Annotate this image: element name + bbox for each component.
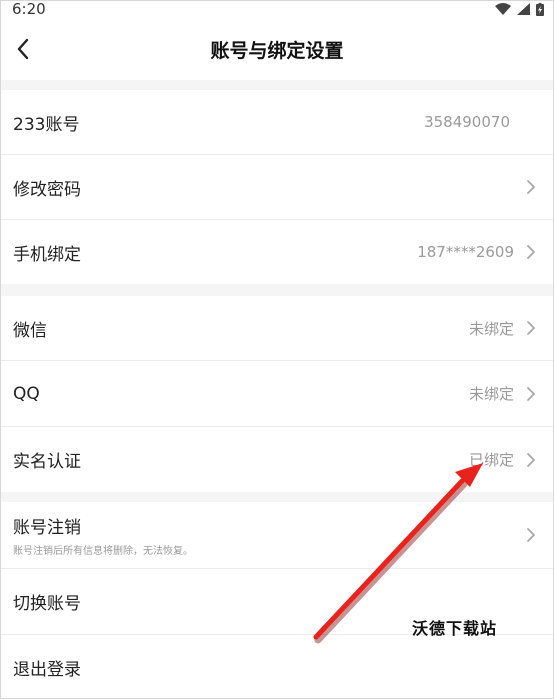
wechat-row[interactable]: 微信 未绑定 [0,296,554,360]
status-time: 6:20 [12,0,46,18]
logout-row[interactable]: 退出登录 [0,635,554,699]
chevron-right-icon [527,452,535,467]
wechat-label: 微信 [13,320,47,341]
change-password-label: 修改密码 [13,179,81,200]
phone-binding-row[interactable]: 手机绑定 187****2609 [0,220,554,284]
phone-binding-label: 手机绑定 [13,244,81,265]
wifi-icon [495,3,511,15]
change-password-row[interactable]: 修改密码 [0,155,554,219]
back-arrow-icon [17,38,29,60]
page-title: 账号与绑定设置 [210,39,344,62]
cancel-account-note: 账号注销后所有信息将删除，无法恢复。 [13,546,193,557]
cancel-account-row[interactable]: 账号注销 账号注销后所有信息将删除，无法恢复。 [0,502,554,568]
qq-label: QQ [13,383,40,404]
account-id-value: 358490070 [424,113,510,131]
real-name-label: 实名认证 [13,452,81,472]
phone-binding-value: 187****2609 [417,243,514,261]
status-icons [495,2,544,16]
chevron-right-icon [527,386,535,401]
chevron-right-icon [527,321,535,335]
battery-charging-icon [536,2,544,16]
switch-account-label: 切换账号 [13,594,81,614]
qq-status: 未绑定 [468,385,514,403]
cancel-account-label: 账号注销 [13,518,81,538]
nav-bar: 账号与绑定设置 [0,18,554,80]
account-id-label: 233账号 [13,114,80,135]
cellular-signal-icon [517,3,530,15]
chevron-right-icon [527,245,535,259]
back-button[interactable] [10,34,36,64]
chevron-right-icon [527,180,535,194]
chevron-right-icon [527,528,535,542]
real-name-status: 已绑定 [468,451,514,469]
cancel-account-text: 账号注销 账号注销后所有信息将删除，无法恢复。 [13,513,526,557]
real-name-row[interactable]: 实名认证 已绑定 [0,427,554,492]
logout-label: 退出登录 [13,659,81,680]
account-id-row: 233账号 358490070 [0,90,554,154]
wechat-status: 未绑定 [468,319,514,338]
watermark-text: 沃德下载站 [412,619,498,638]
status-bar: 6:20 [0,0,554,18]
qq-row[interactable]: QQ 未绑定 [0,361,554,426]
